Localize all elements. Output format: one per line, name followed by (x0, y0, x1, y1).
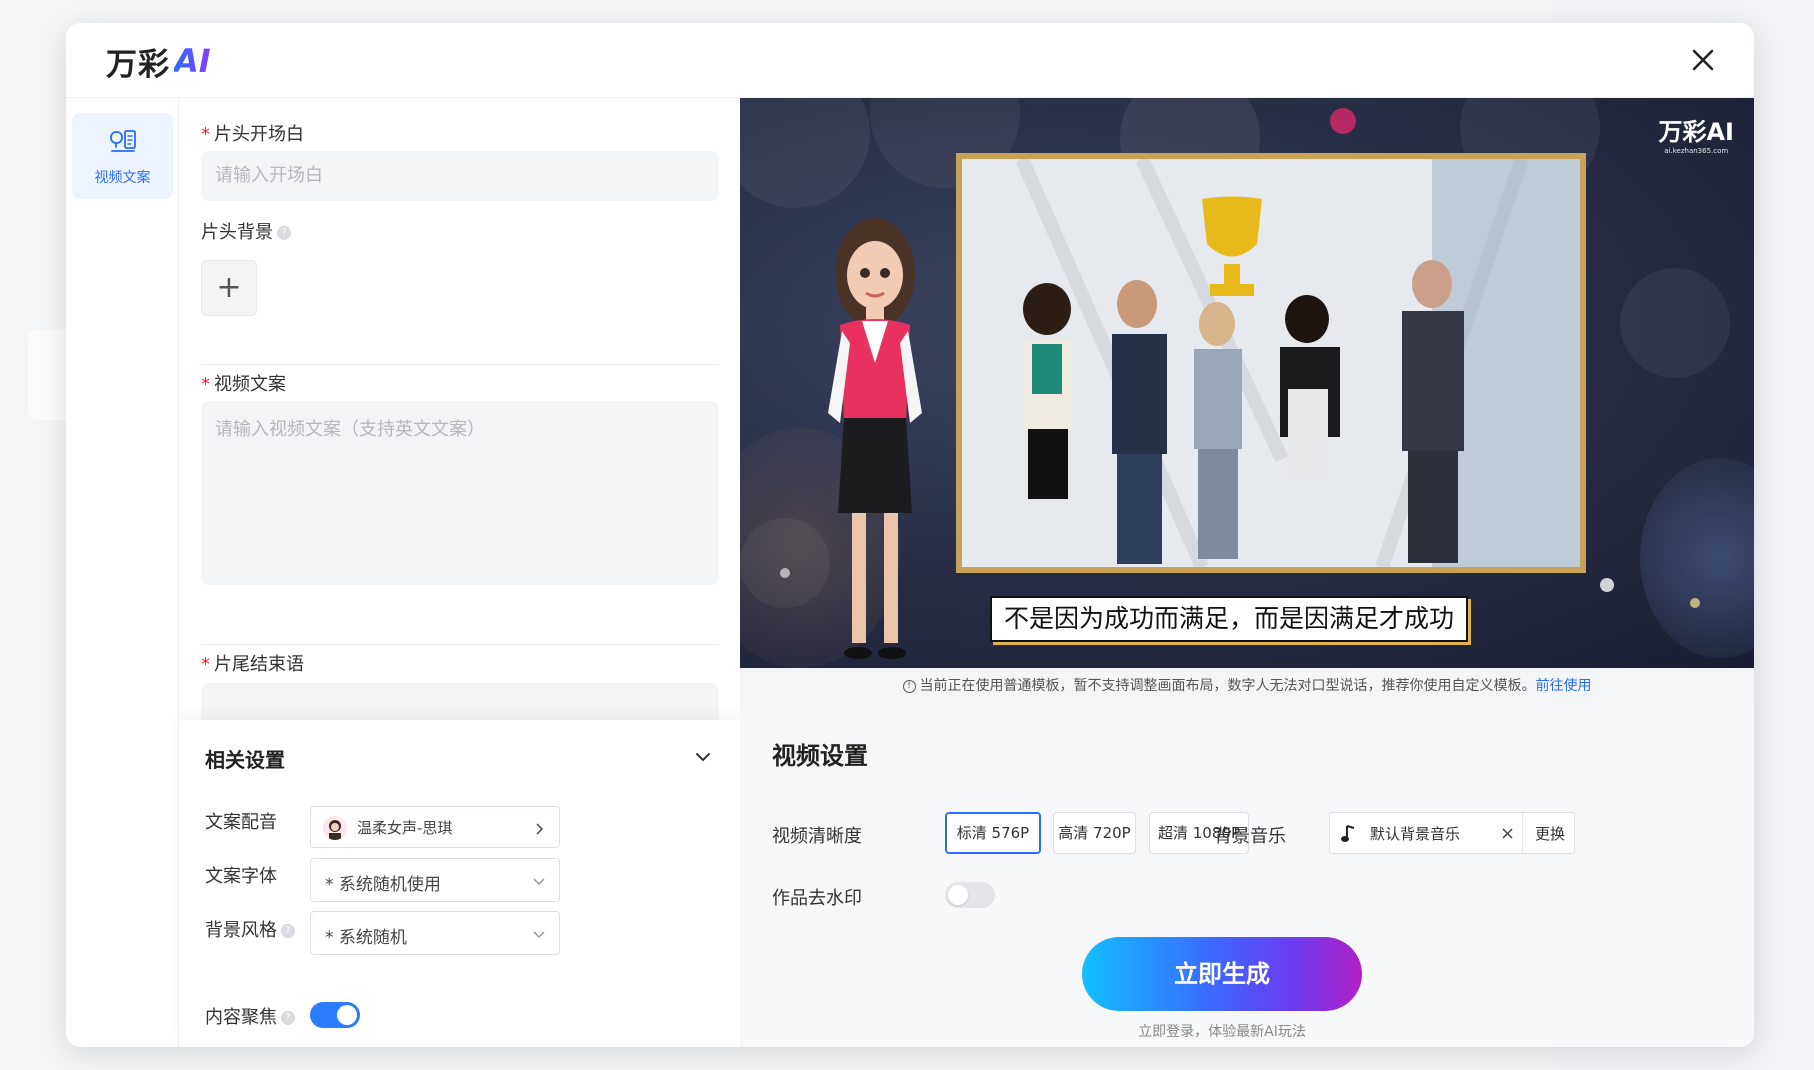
resolution-label: 视频清晰度 (772, 826, 862, 847)
video-settings-title: 视频设置 (772, 742, 868, 770)
chevron-down-icon[interactable] (692, 746, 714, 768)
video-preview: 不是因为成功而满足，而是因满足才成功 万彩AI ai.kezhan365.com (740, 98, 1754, 668)
opening-label: * 片头开场白 (201, 124, 304, 145)
music-value: 默认背景音乐 (1370, 825, 1461, 843)
divider (201, 644, 719, 645)
ending-input[interactable] (201, 683, 719, 720)
script-label: * 视频文案 (201, 374, 286, 395)
remove-watermark-toggle[interactable] (945, 882, 995, 908)
clear-icon[interactable] (1501, 827, 1514, 840)
resolution-option-720p[interactable]: 高清 720P (1053, 812, 1136, 854)
voice-label: 文案配音 (205, 812, 277, 833)
ending-label: * 片尾结束语 (201, 654, 304, 675)
chevron-right-icon (536, 823, 544, 835)
help-icon[interactable]: ? (281, 924, 295, 938)
add-opening-bg-button[interactable]: + (201, 260, 257, 316)
logo-text: 万彩 (106, 46, 170, 83)
video-settings-panel: 视频设置 视频清晰度 标清 576P 高清 720P 超清 1080P 背景音乐… (740, 704, 1754, 1047)
remove-watermark-label: 作品去水印 (772, 888, 862, 909)
bg-style-label: 背景风格? (205, 916, 295, 942)
focus-label: 内容聚焦? (205, 1003, 295, 1029)
celebration-photo (962, 156, 1580, 570)
notice-link[interactable]: 前往使用 (1536, 678, 1592, 694)
login-hint[interactable]: 立即登录，体验最新AI玩法 (1082, 1021, 1362, 1041)
chevron-down-icon (533, 931, 545, 939)
wancai-logo: 万彩 AI (106, 41, 211, 83)
script-textarea[interactable]: 请输入视频文案（支持英文文案） (201, 401, 719, 585)
font-label: 文案字体 (205, 866, 277, 887)
voice-select[interactable]: 温柔女声-思琪 (310, 806, 560, 848)
divider (201, 364, 719, 365)
music-replace-button[interactable]: 更换 (1535, 823, 1565, 844)
preview-watermark: 万彩AI ai.kezhan365.com (1658, 112, 1734, 155)
font-select[interactable]: * 系统随机使用 (310, 858, 560, 902)
settings-title: 相关设置 (205, 748, 285, 772)
watermark-url: ai.kezhan365.com (1664, 147, 1729, 155)
left-icon-rail: 视频文案 (66, 98, 179, 1047)
close-icon[interactable] (1688, 45, 1718, 75)
digital-human-avatar (828, 218, 922, 659)
background-music-field[interactable]: 默认背景音乐 更换 (1329, 812, 1575, 854)
help-icon[interactable]: ? (281, 1011, 295, 1025)
chevron-down-icon (533, 878, 545, 886)
rail-item-video-script[interactable]: 视频文案 (72, 113, 173, 199)
preview-image-frame (956, 153, 1586, 573)
script-mic-icon (110, 130, 136, 152)
create-video-modal: 万彩 AI 视频文案 * 片头开场白 请输入开场白 片头背景? + * 视频文案… (66, 23, 1754, 1047)
bg-style-select[interactable]: * 系统随机 (310, 911, 560, 955)
opening-bg-label: 片头背景? (201, 218, 291, 244)
watermark-text: 万彩AI (1658, 118, 1734, 146)
related-settings-panel: 相关设置 文案配音 温柔女声-思琪 文案字体 * 系统随机使用 背景风格? * … (179, 720, 740, 1047)
rail-item-label: 视频文案 (94, 170, 151, 186)
generate-now-button[interactable]: 立即生成 (1082, 937, 1362, 1011)
avatar (323, 816, 347, 840)
resolution-option-576p[interactable]: 标清 576P (945, 812, 1041, 854)
music-note-icon (1341, 825, 1355, 842)
modal-header: 万彩 AI (66, 23, 1754, 98)
info-icon: ! (902, 679, 916, 693)
help-icon[interactable]: ? (277, 226, 291, 240)
video-subtitle: 不是因为成功而满足，而是因满足才成功 (990, 596, 1469, 642)
logo-ai-mark: AI (174, 42, 211, 80)
template-notice: ! 当前正在使用普通模板，暂不支持调整画面布局，数字人无法对口型说话，推荐你使用自… (740, 668, 1754, 704)
notice-text: 当前正在使用普通模板，暂不支持调整画面布局，数字人无法对口型说话，推荐你使用自定… (919, 678, 1536, 694)
script-form: * 片头开场白 请输入开场白 片头背景? + * 视频文案 请输入视频文案（支持英文… (179, 98, 740, 720)
focus-toggle[interactable] (310, 1002, 360, 1028)
music-label: 背景音乐 (1214, 826, 1286, 847)
opening-input[interactable]: 请输入开场白 (201, 151, 719, 201)
